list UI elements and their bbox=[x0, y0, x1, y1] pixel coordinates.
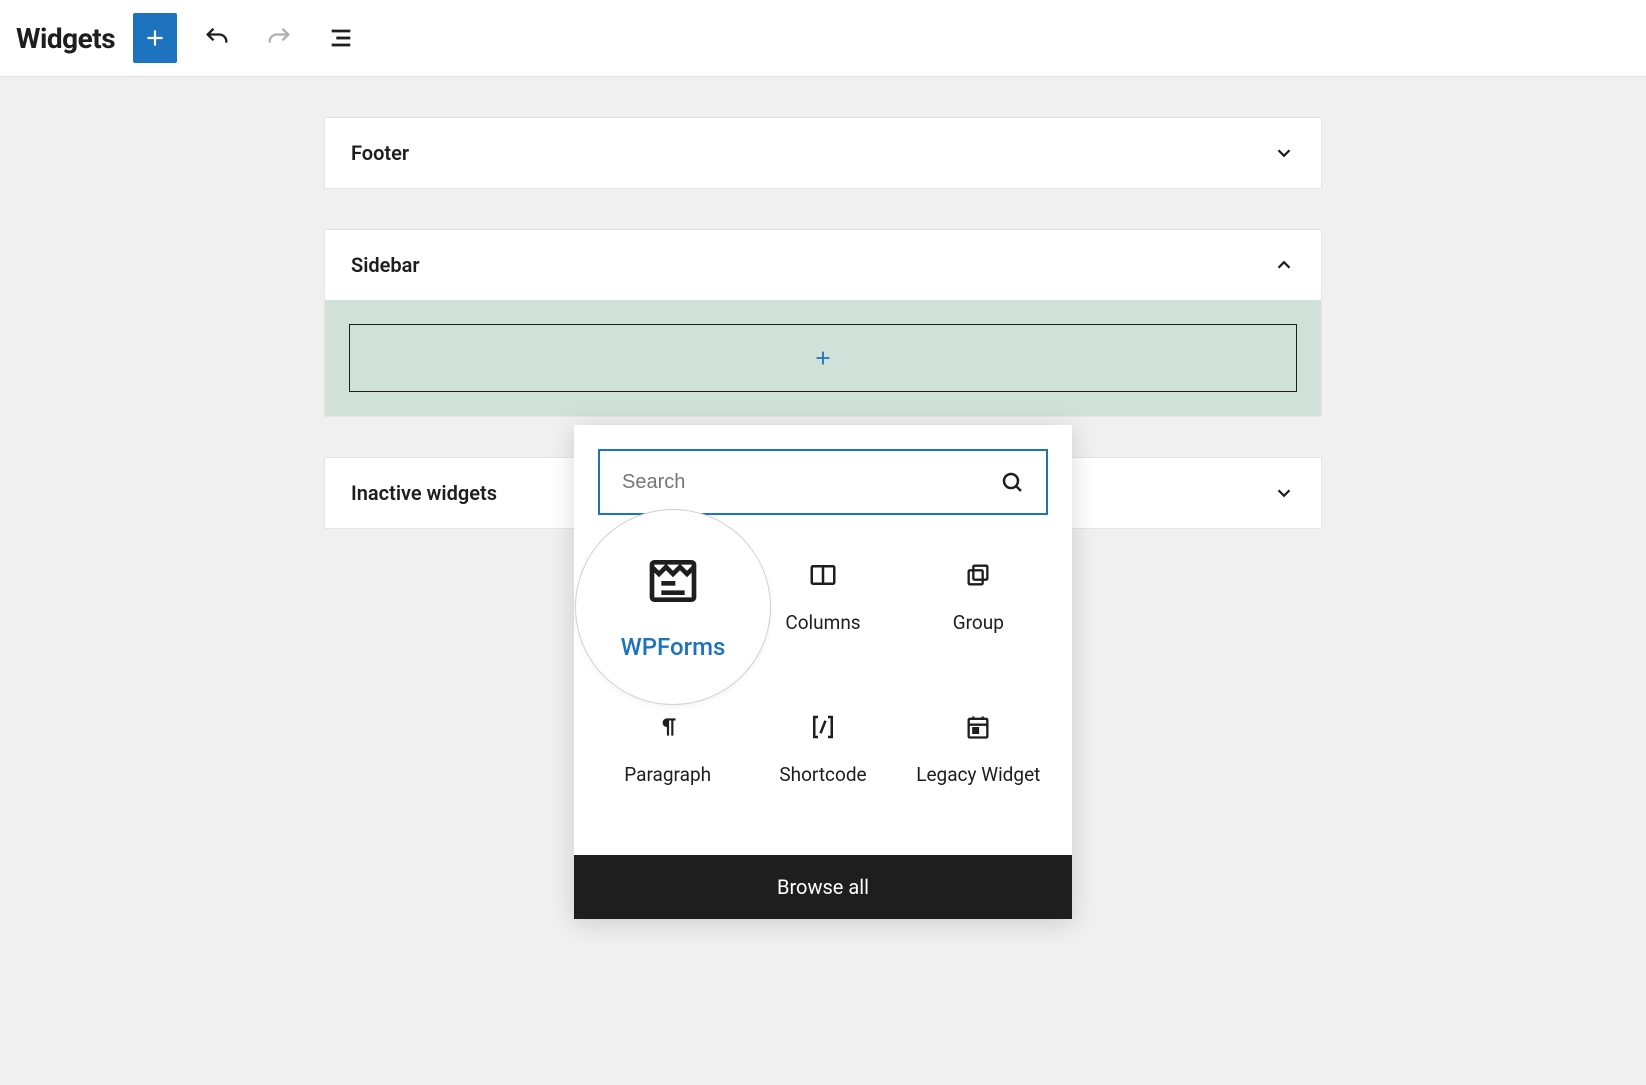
widget-area-sidebar: Sidebar bbox=[324, 229, 1322, 417]
add-block-toggle-button[interactable] bbox=[133, 13, 177, 63]
block-item-label: Columns bbox=[785, 611, 860, 634]
inserter-search bbox=[598, 449, 1048, 515]
block-item-label: Shortcode bbox=[779, 763, 866, 786]
search-icon bbox=[1000, 470, 1024, 494]
wpforms-icon bbox=[645, 553, 701, 613]
add-block-button[interactable] bbox=[349, 324, 1297, 392]
browse-all-label: Browse all bbox=[777, 875, 869, 899]
search-input[interactable] bbox=[622, 471, 1000, 494]
block-item-group[interactable]: Group bbox=[901, 531, 1056, 659]
widget-areas-container: Footer Sidebar Inactive widgets bbox=[324, 117, 1322, 529]
undo-button[interactable] bbox=[195, 13, 239, 63]
widget-area-sidebar-title: Sidebar bbox=[351, 253, 420, 277]
list-view-button[interactable] bbox=[319, 13, 363, 63]
block-item-legacy-widget[interactable]: Legacy Widget bbox=[901, 683, 1056, 811]
legacy-widget-icon bbox=[964, 709, 992, 745]
plus-icon bbox=[812, 347, 834, 369]
widget-area-sidebar-body bbox=[325, 300, 1321, 416]
chevron-down-icon bbox=[1273, 142, 1295, 164]
widget-area-footer-title: Footer bbox=[351, 141, 409, 165]
columns-icon bbox=[808, 557, 838, 593]
block-item-label: Group bbox=[953, 611, 1004, 634]
block-item-label: Legacy Widget bbox=[916, 763, 1040, 786]
plus-icon bbox=[142, 25, 168, 51]
widget-area-inactive-title: Inactive widgets bbox=[351, 481, 497, 505]
block-item-label: Paragraph bbox=[624, 763, 711, 786]
inserter-search-wrap bbox=[574, 425, 1072, 515]
shortcode-icon bbox=[808, 709, 838, 745]
redo-button[interactable] bbox=[257, 13, 301, 63]
redo-icon bbox=[265, 24, 293, 52]
block-item-shortcode[interactable]: Shortcode bbox=[745, 683, 900, 811]
chevron-up-icon bbox=[1273, 254, 1295, 276]
group-icon bbox=[964, 557, 992, 593]
spotlight-label: WPForms bbox=[621, 633, 726, 661]
undo-icon bbox=[203, 24, 231, 52]
chevron-down-icon bbox=[1273, 482, 1295, 504]
widget-area-footer: Footer bbox=[324, 117, 1322, 189]
list-view-icon bbox=[327, 24, 355, 52]
widget-area-footer-header[interactable]: Footer bbox=[325, 118, 1321, 188]
paragraph-icon bbox=[655, 709, 681, 745]
editor-toolbar: Widgets bbox=[0, 0, 1646, 77]
page-title: Widgets bbox=[16, 22, 115, 55]
browse-all-button[interactable]: Browse all bbox=[574, 855, 1072, 919]
widget-area-sidebar-header[interactable]: Sidebar bbox=[325, 230, 1321, 300]
spotlight-wpforms: WPForms bbox=[575, 509, 771, 705]
